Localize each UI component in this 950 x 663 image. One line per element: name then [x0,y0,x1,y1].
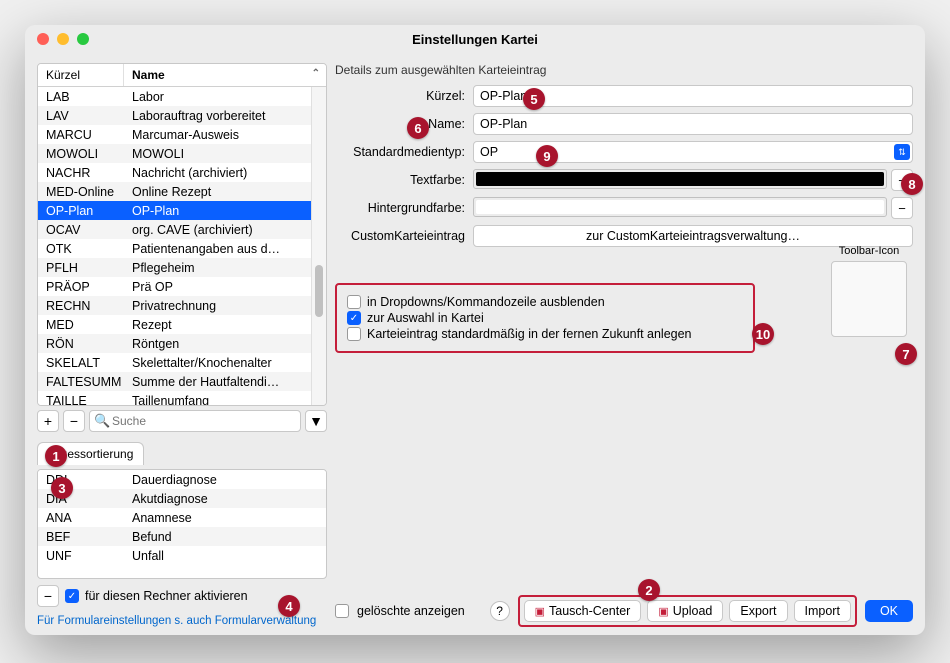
table-row[interactable]: LABLabor [38,87,311,106]
table-header: Kürzel Name⌃ [38,64,326,87]
titlebar: Einstellungen Kartei [25,25,925,53]
window-title: Einstellungen Kartei [25,32,925,47]
label-custom: CustomKarteieintrag [335,229,465,243]
textfarbe-well[interactable] [473,169,887,189]
table-row[interactable]: DIAAkutdiagnose [38,489,326,508]
options-group: in Dropdowns/Kommandozeile ausblenden ✓z… [335,283,755,353]
annotation-badge-1: 1 [45,445,67,467]
annotation-badge-9: 9 [536,145,558,167]
table-row[interactable]: DDIDauerdiagnose [38,470,326,489]
table-row[interactable]: FALTESUMMSumme der Hautfaltendi… [38,372,311,391]
search-field: 🔍 [89,410,301,432]
ok-button[interactable]: OK [865,600,913,622]
table-row[interactable]: MARCUMarcumar-Ausweis [38,125,311,144]
kartei-table: Kürzel Name⌃ LABLaborLAVLaborauftrag vor… [37,63,327,406]
label-medientyp: Standardmedientyp: [335,145,465,159]
annotation-badge-10: 10 [752,323,774,345]
checkbox-icon [347,295,361,309]
table-row[interactable]: RECHNPrivatrechnung [38,296,311,315]
search-input[interactable] [89,410,301,432]
sort-tabs: Tagessortierung [37,442,327,465]
table-row[interactable]: PRÄOPPrä OP [38,277,311,296]
activate-checkbox[interactable]: ✓ [65,589,79,603]
table-row[interactable]: MOWOLIMOWOLI [38,144,311,163]
footer: gelöschte anzeigen ? ▣Tausch-Center ▣Upl… [335,591,913,627]
remove-sort-button[interactable]: − [37,585,59,607]
upload-button[interactable]: ▣Upload [647,600,723,622]
custom-kartei-button[interactable]: zur CustomKarteieintragsverwaltung… [473,225,913,247]
package-icon: ▣ [658,605,668,618]
checkbox-icon [347,327,361,341]
table-row[interactable]: NACHRNachricht (archiviert) [38,163,311,182]
table-row[interactable]: TAILLETaillenumfang [38,391,311,405]
scroll-thumb[interactable] [315,265,323,317]
check-hide-dropdowns[interactable]: in Dropdowns/Kommandozeile ausblenden [347,295,743,309]
input-name[interactable] [473,113,913,135]
tausch-center-button[interactable]: ▣Tausch-Center [524,600,642,622]
table-row[interactable]: OP-PlanOP-Plan [38,201,311,220]
tagessortierung-table: DDIDauerdiagnoseDIAAkutdiagnoseANAAnamne… [37,469,327,579]
toolbar-icon-label: Toolbar-Icon [831,245,907,257]
table-row[interactable]: MEDRezept [38,315,311,334]
chevron-updown-icon: ⇅ [894,144,910,160]
table-row[interactable]: OTKPatientenangaben aus d… [38,239,311,258]
hintergrund-well[interactable] [473,197,887,217]
add-button[interactable]: + [37,410,59,432]
checkbox-icon: ✓ [347,311,361,325]
action-buttons-group: ▣Tausch-Center ▣Upload Export Import [518,595,857,627]
column-kurzel[interactable]: Kürzel [38,64,124,86]
import-button[interactable]: Import [794,600,851,622]
preferences-window: Einstellungen Kartei Kürzel Name⌃ LABLab… [25,25,925,635]
column-name[interactable]: Name⌃ [124,64,326,86]
filter-dropdown-button[interactable]: ▼ [305,410,327,432]
check-auswahl-kartei[interactable]: ✓zur Auswahl in Kartei [347,311,743,325]
deleted-label: gelöschte anzeigen [357,604,465,618]
annotation-badge-8: 8 [901,173,923,195]
label-name: Name: [335,117,465,131]
table-row[interactable]: PFLHPflegeheim [38,258,311,277]
toolbar-icon-well[interactable] [831,261,907,337]
table-row[interactable]: BEFBefund [38,527,326,546]
label-kurzel: Kürzel: [335,89,465,103]
details-panel: Details zum ausgewählten Karteieintrag K… [335,63,913,627]
help-button[interactable]: ? [490,601,510,621]
table-row[interactable]: UNFUnfall [38,546,326,565]
remove-button[interactable]: − [63,410,85,432]
annotation-badge-3: 3 [51,477,73,499]
search-icon: 🔍 [94,413,110,429]
label-hintergrund: Hintergrundfarbe: [335,201,465,215]
annotation-badge-7: 7 [895,343,917,365]
table-toolbar: + − 🔍 ▼ [37,410,327,432]
annotation-badge-5: 5 [523,88,545,110]
package-icon: ▣ [535,605,545,618]
annotation-badge-6: 6 [407,117,429,139]
deleted-checkbox[interactable] [335,604,349,618]
sort-indicator-icon: ⌃ [312,68,320,79]
annotation-badge-4: 4 [278,595,300,617]
table-row[interactable]: OCAVorg. CAVE (archiviert) [38,220,311,239]
hintergrund-reset-button[interactable]: − [891,197,913,219]
activate-label: für diesen Rechner aktivieren [85,589,248,603]
check-ferne-zukunft[interactable]: Karteieintrag standardmäßig in der ferne… [347,327,743,341]
table-row[interactable]: RÖNRöntgen [38,334,311,353]
label-textfarbe: Textfarbe: [335,173,465,187]
left-panel: Kürzel Name⌃ LABLaborLAVLaborauftrag vor… [37,63,327,627]
table-row[interactable]: LAVLaborauftrag vorbereitet [38,106,311,125]
annotation-badge-2: 2 [638,579,660,601]
table-row[interactable]: ANAAnamnese [38,508,326,527]
scrollbar[interactable] [311,87,326,405]
details-heading: Details zum ausgewählten Karteieintrag [335,63,913,77]
table-row[interactable]: MED-OnlineOnline Rezept [38,182,311,201]
export-button[interactable]: Export [729,600,787,622]
table-row[interactable]: SKELALTSkelettalter/Knochenalter [38,353,311,372]
form-settings-link[interactable]: Für Formulareinstellungen s. auch Formul… [37,615,327,627]
